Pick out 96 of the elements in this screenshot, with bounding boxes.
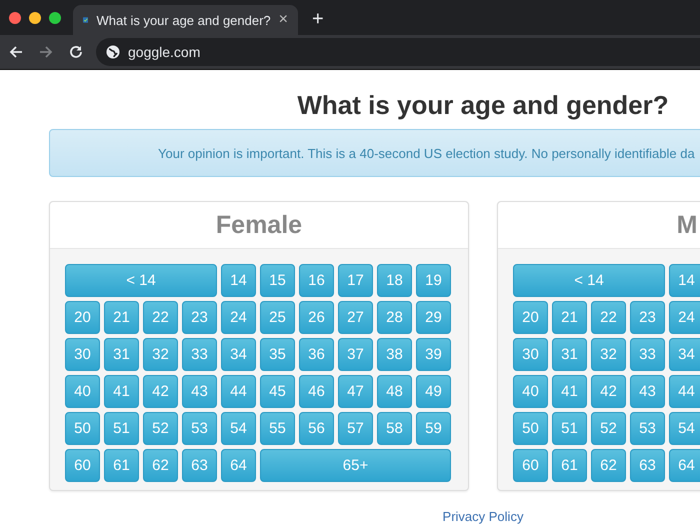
- age-button[interactable]: 62: [143, 449, 178, 482]
- minimize-window-icon[interactable]: [29, 12, 41, 24]
- age-button[interactable]: 23: [630, 301, 665, 334]
- age-button[interactable]: 49: [416, 375, 451, 408]
- age-button[interactable]: 31: [552, 338, 587, 371]
- age-button[interactable]: 43: [630, 375, 665, 408]
- age-button[interactable]: 35: [260, 338, 295, 371]
- age-button[interactable]: 63: [182, 449, 217, 482]
- age-button[interactable]: 51: [104, 412, 139, 445]
- age-button[interactable]: 50: [65, 412, 100, 445]
- age-button[interactable]: 65+: [260, 449, 451, 482]
- age-button[interactable]: 20: [513, 301, 548, 334]
- age-button[interactable]: 30: [513, 338, 548, 371]
- age-button[interactable]: 41: [552, 375, 587, 408]
- age-button[interactable]: 21: [104, 301, 139, 334]
- age-button[interactable]: 40: [65, 375, 100, 408]
- age-button[interactable]: 64: [669, 449, 700, 482]
- globe-icon: [106, 45, 120, 59]
- age-button[interactable]: 58: [377, 412, 412, 445]
- age-button[interactable]: 43: [182, 375, 217, 408]
- age-button[interactable]: 32: [591, 338, 626, 371]
- age-button[interactable]: 61: [104, 449, 139, 482]
- age-button[interactable]: 62: [591, 449, 626, 482]
- browser-tab[interactable]: What is your age and gender? ×: [73, 5, 298, 35]
- age-button[interactable]: 52: [591, 412, 626, 445]
- age-button[interactable]: 59: [416, 412, 451, 445]
- age-button[interactable]: 48: [377, 375, 412, 408]
- age-button[interactable]: 54: [669, 412, 700, 445]
- age-button[interactable]: 22: [591, 301, 626, 334]
- age-button[interactable]: 57: [338, 412, 373, 445]
- age-button[interactable]: 28: [377, 301, 412, 334]
- age-button[interactable]: 46: [299, 375, 334, 408]
- age-button[interactable]: 42: [143, 375, 178, 408]
- age-button[interactable]: 34: [221, 338, 256, 371]
- age-button[interactable]: 32: [143, 338, 178, 371]
- age-button[interactable]: 52: [143, 412, 178, 445]
- age-button[interactable]: 34: [669, 338, 700, 371]
- age-button[interactable]: 38: [377, 338, 412, 371]
- age-button[interactable]: 39: [416, 338, 451, 371]
- age-button[interactable]: 42: [591, 375, 626, 408]
- age-button[interactable]: 27: [338, 301, 373, 334]
- back-icon[interactable]: [8, 44, 24, 60]
- close-window-icon[interactable]: [9, 12, 21, 24]
- age-button[interactable]: 25: [260, 301, 295, 334]
- panel-title: Female: [216, 210, 302, 240]
- privacy-policy-link[interactable]: Privacy Policy: [442, 510, 524, 524]
- age-button[interactable]: 14: [221, 264, 256, 297]
- age-button[interactable]: 22: [143, 301, 178, 334]
- age-button[interactable]: < 14: [513, 264, 665, 297]
- age-button[interactable]: 21: [552, 301, 587, 334]
- age-button[interactable]: 29: [416, 301, 451, 334]
- age-button[interactable]: 53: [630, 412, 665, 445]
- age-button[interactable]: < 14: [65, 264, 217, 297]
- age-button[interactable]: 44: [221, 375, 256, 408]
- age-button[interactable]: 31: [104, 338, 139, 371]
- age-button[interactable]: 36: [299, 338, 334, 371]
- age-button[interactable]: 15: [260, 264, 295, 297]
- age-button[interactable]: 17: [338, 264, 373, 297]
- address-bar[interactable]: goggle.com: [96, 38, 700, 66]
- age-button[interactable]: 20: [65, 301, 100, 334]
- age-button[interactable]: 63: [630, 449, 665, 482]
- age-button[interactable]: 18: [377, 264, 412, 297]
- age-button[interactable]: 37: [338, 338, 373, 371]
- age-button[interactable]: 53: [182, 412, 217, 445]
- age-button[interactable]: 24: [669, 301, 700, 334]
- age-button[interactable]: 16: [299, 264, 334, 297]
- age-button[interactable]: 26: [299, 301, 334, 334]
- panel-title: M: [676, 210, 698, 240]
- tab-title: What is your age and gender?: [96, 12, 271, 28]
- age-button[interactable]: 50: [513, 412, 548, 445]
- age-button[interactable]: 56: [299, 412, 334, 445]
- age-button[interactable]: 60: [65, 449, 100, 482]
- close-tab-button[interactable]: ×: [278, 11, 288, 29]
- age-button[interactable]: 40: [513, 375, 548, 408]
- age-button[interactable]: 60: [513, 449, 548, 482]
- age-button[interactable]: 23: [182, 301, 217, 334]
- age-button[interactable]: 41: [104, 375, 139, 408]
- age-button[interactable]: 30: [65, 338, 100, 371]
- age-button[interactable]: 54: [221, 412, 256, 445]
- age-button[interactable]: 64: [221, 449, 256, 482]
- notice-banner: Your opinion is important. This is a 40-second US election study. No personally identifiable da: [49, 129, 700, 177]
- age-button[interactable]: 55: [260, 412, 295, 445]
- age-button[interactable]: 33: [630, 338, 665, 371]
- age-button[interactable]: 47: [338, 375, 373, 408]
- page-title: What is your age and gender?: [297, 89, 669, 122]
- age-button[interactable]: 19: [416, 264, 451, 297]
- age-button[interactable]: 24: [221, 301, 256, 334]
- maximize-window-icon[interactable]: [49, 12, 61, 24]
- age-button[interactable]: 51: [552, 412, 587, 445]
- reload-icon[interactable]: [68, 44, 84, 60]
- age-button[interactable]: 33: [182, 338, 217, 371]
- age-button[interactable]: 61: [552, 449, 587, 482]
- age-button[interactable]: 45: [260, 375, 295, 408]
- age-button[interactable]: 44: [669, 375, 700, 408]
- new-tab-button[interactable]: +: [312, 8, 324, 31]
- age-button[interactable]: 14: [669, 264, 700, 297]
